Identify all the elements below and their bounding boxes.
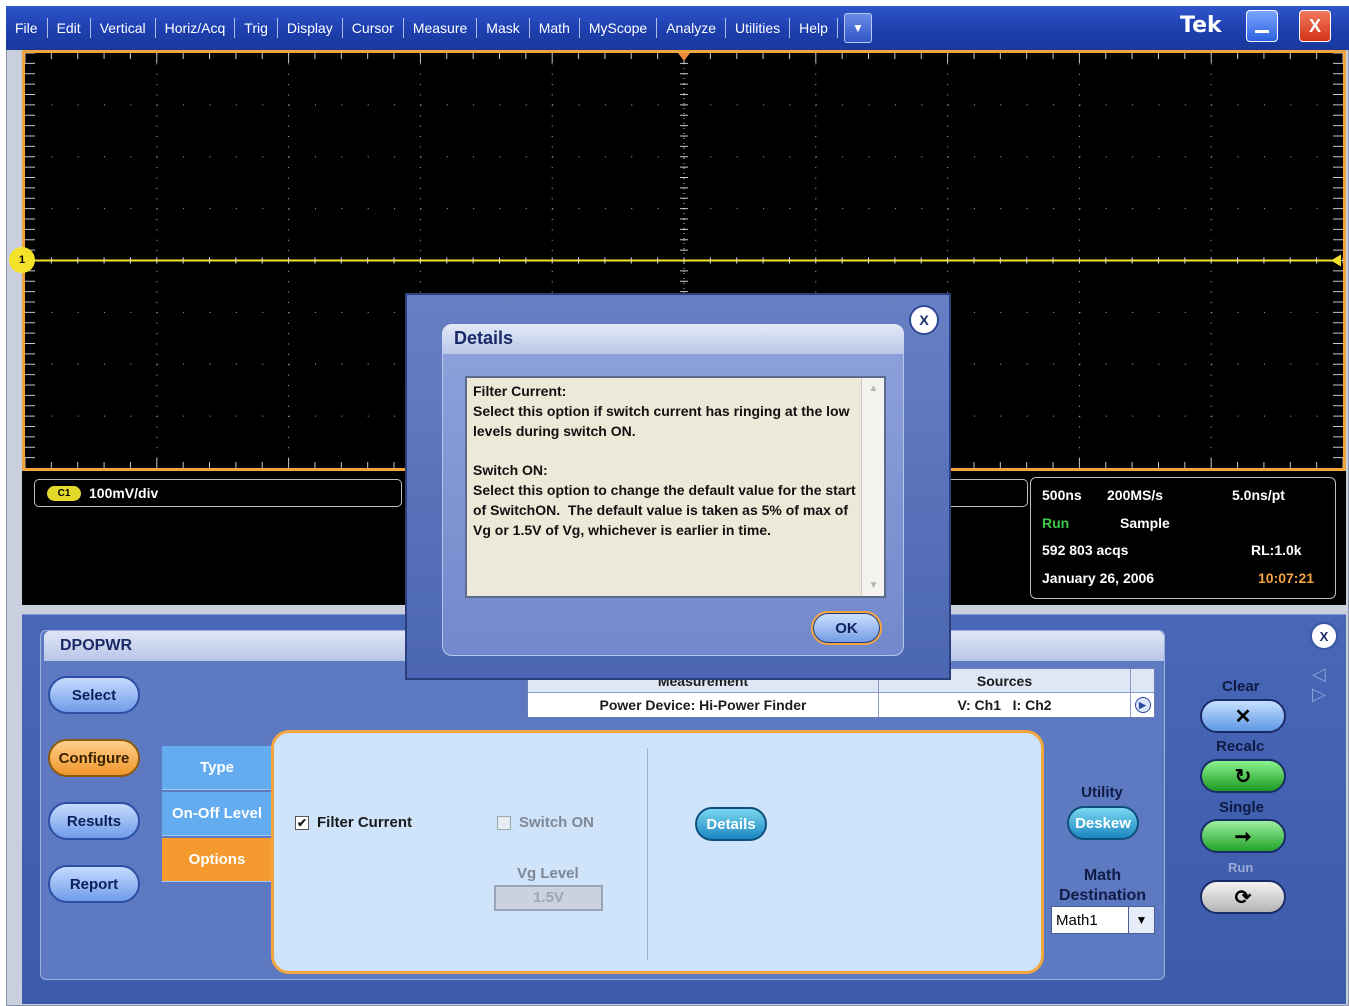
results-button[interactable]: Results xyxy=(48,802,140,840)
details-button[interactable]: Details xyxy=(695,807,767,841)
time-per-div: 500ns xyxy=(1042,487,1082,503)
checkbox-checked-icon: ✔ xyxy=(295,815,309,830)
dialog-scrollbar[interactable]: ▲ ▼ xyxy=(861,378,884,596)
recalc-button[interactable]: ↻ xyxy=(1200,759,1286,793)
math-destination-value: Math1 xyxy=(1056,911,1098,929)
readout-box xyxy=(948,479,1028,507)
acq-mode: Sample xyxy=(1120,515,1170,531)
panel-scroll-arrows-icon[interactable]: ◁ ▷ xyxy=(1312,664,1326,704)
record-length: RL:1.0k xyxy=(1251,542,1302,558)
deskew-button[interactable]: Deskew xyxy=(1067,806,1139,840)
acq-time: 10:07:21 xyxy=(1258,570,1315,586)
acquisition-readout[interactable]: 500ns 200MS/s 5.0ns/pt Run Sample 592 80… xyxy=(1030,477,1336,599)
clear-x-icon: ✕ xyxy=(1234,705,1252,728)
dialog-close-icon[interactable]: X xyxy=(909,305,939,335)
resolution: 5.0ns/pt xyxy=(1232,487,1285,503)
vg-level-field[interactable]: 1.5V xyxy=(494,885,603,911)
sample-rate: 200MS/s xyxy=(1107,487,1164,503)
single-label: Single xyxy=(1219,799,1265,816)
menu-help[interactable]: Help xyxy=(790,18,838,38)
scroll-up-icon[interactable]: ▲ xyxy=(865,380,882,397)
chevron-down-icon[interactable]: ▼ xyxy=(1128,907,1154,933)
menu-trig[interactable]: Trig xyxy=(235,18,278,38)
run-state: Run xyxy=(1042,515,1070,531)
clear-button[interactable]: ✕ xyxy=(1200,699,1286,733)
select-button[interactable]: Select xyxy=(48,676,140,714)
channel-1-marker[interactable]: 1 xyxy=(9,247,35,273)
channel-scale: 100mV/div xyxy=(89,485,159,501)
switch-on-checkbox[interactable]: Switch ON xyxy=(497,814,594,831)
tab-options[interactable]: Options xyxy=(162,838,272,882)
filter-current-checkbox[interactable]: ✔ Filter Current xyxy=(295,814,412,831)
menu-mask[interactable]: Mask xyxy=(477,18,530,38)
close-icon[interactable]: X xyxy=(1299,10,1331,42)
acq-count: 592 803 acqs xyxy=(1042,542,1129,558)
math-destination-label: Math Destination xyxy=(1058,867,1147,904)
channel-badge: C1 xyxy=(47,485,81,501)
chevron-down-icon[interactable]: ▼ xyxy=(843,13,872,43)
menu-cursor[interactable]: Cursor xyxy=(343,18,404,38)
sources-cell: V: Ch1 I: Ch2 xyxy=(879,693,1131,717)
report-button[interactable]: Report xyxy=(48,865,140,903)
utility-label: Utility xyxy=(1081,784,1123,801)
tab-type[interactable]: Type xyxy=(162,746,272,790)
minimize-icon[interactable] xyxy=(1246,10,1278,42)
menu-analyze[interactable]: Analyze xyxy=(657,18,727,38)
scroll-down-icon[interactable]: ▼ xyxy=(865,577,882,594)
single-button[interactable]: ➞ xyxy=(1200,819,1286,853)
tab-on-off-level[interactable]: On-Off Level xyxy=(162,792,272,836)
refresh-icon: ↻ xyxy=(1234,765,1252,788)
checkbox-unchecked-icon xyxy=(497,815,511,830)
measurement-cell: Power Device: Hi-Power Finder xyxy=(528,693,879,717)
run-button[interactable]: ⟳ xyxy=(1200,880,1286,914)
menu-horiz-acq[interactable]: Horiz/Acq xyxy=(156,18,236,38)
menu-measure[interactable]: Measure xyxy=(404,18,478,38)
divider xyxy=(647,748,648,960)
menu-math[interactable]: Math xyxy=(530,18,580,38)
menu-file[interactable]: File xyxy=(6,18,48,38)
menu-bar: File Edit Vertical Horiz/Acq Trig Displa… xyxy=(6,6,1349,50)
menu-vertical[interactable]: Vertical xyxy=(91,18,156,38)
run-label: Run xyxy=(1228,860,1254,875)
dialog-body-text[interactable]: Filter Current: Select this option if sw… xyxy=(465,376,886,598)
clear-label: Clear xyxy=(1222,678,1260,695)
acq-date: January 26, 2006 xyxy=(1042,570,1155,586)
menu-display[interactable]: Display xyxy=(278,18,343,38)
vg-level-label: Vg Level xyxy=(517,865,579,882)
play-icon[interactable]: ▶ xyxy=(1134,697,1151,713)
arrow-right-icon: ➞ xyxy=(1234,825,1252,848)
configure-button[interactable]: Configure xyxy=(48,739,140,777)
switch-on-label: Switch ON xyxy=(519,814,595,831)
dialog-title: Details xyxy=(442,324,904,354)
filter-current-label: Filter Current xyxy=(317,814,413,831)
options-content xyxy=(271,730,1044,974)
menu-myscope[interactable]: MyScope xyxy=(580,18,658,38)
panel-close-icon[interactable]: X xyxy=(1310,622,1338,650)
brand-logo: Tek xyxy=(1180,13,1222,38)
math-destination-select[interactable]: Math1 ▼ xyxy=(1051,906,1155,934)
menu-edit[interactable]: Edit xyxy=(48,18,91,38)
ok-button[interactable]: OK xyxy=(811,611,882,645)
loop-icon: ⟳ xyxy=(1234,886,1252,909)
channel-readout[interactable]: C1 100mV/div xyxy=(34,479,402,507)
table-row[interactable]: Power Device: Hi-Power Finder V: Ch1 I: … xyxy=(528,693,1154,717)
recalc-label: Recalc xyxy=(1216,738,1265,755)
menu-utilities[interactable]: Utilities xyxy=(726,18,791,38)
